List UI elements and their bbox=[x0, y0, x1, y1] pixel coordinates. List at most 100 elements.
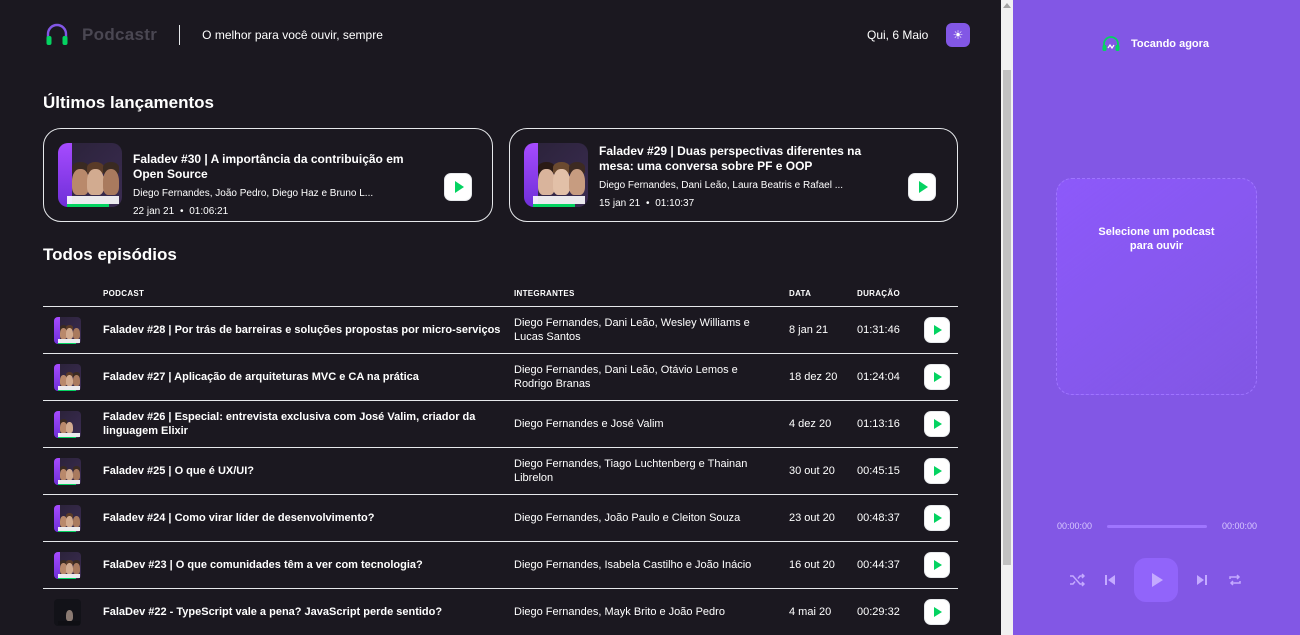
column-header-date: Data bbox=[789, 289, 812, 298]
meta-separator: • bbox=[645, 198, 650, 209]
play-episode-button[interactable] bbox=[924, 411, 950, 437]
app-header: Podcastr O melhor para você ouvir, sempr… bbox=[0, 0, 1001, 70]
table-row: Faladev #27 | Aplicação de arquiteturas … bbox=[43, 354, 958, 401]
previous-button[interactable] bbox=[1100, 570, 1120, 590]
play-episode-button[interactable] bbox=[924, 364, 950, 390]
episode-members: Diego Fernandes, João Paulo e Cleiton So… bbox=[514, 512, 741, 524]
play-episode-button[interactable] bbox=[924, 552, 950, 578]
logo-text: Podcastr bbox=[82, 25, 158, 44]
episode-meta: 15 jan 21 • 01:10:37 bbox=[599, 198, 897, 209]
episode-thumbnail[interactable] bbox=[54, 364, 81, 391]
play-episode-button[interactable] bbox=[924, 317, 950, 343]
table-header: Podcast Integrantes Data Duração bbox=[43, 280, 958, 307]
episode-title-link[interactable]: Faladev #30 | A importância da contribui… bbox=[133, 152, 432, 182]
episode-title-link[interactable]: Faladev #29 | Duas perspectivas diferent… bbox=[599, 144, 897, 174]
play-episode-button[interactable] bbox=[908, 173, 936, 201]
play-icon bbox=[934, 466, 942, 476]
all-episodes-section-title: Todos episódios bbox=[43, 245, 177, 264]
play-pause-button[interactable] bbox=[1134, 558, 1178, 602]
episode-thumbnail[interactable] bbox=[524, 143, 588, 207]
play-icon bbox=[934, 607, 942, 617]
current-date: Qui, 6 Maio bbox=[867, 28, 929, 42]
main-scrollbar[interactable] bbox=[1001, 0, 1013, 635]
column-header-duration: Duração bbox=[857, 289, 900, 298]
episode-thumbnail[interactable] bbox=[54, 599, 81, 626]
main-content: Podcastr O melhor para você ouvir, sempr… bbox=[0, 0, 1001, 635]
episode-date: 15 jan 21 bbox=[599, 198, 641, 209]
episode-duration: 00:44:37 bbox=[857, 559, 900, 571]
episodes-table: Podcast Integrantes Data Duração Faladev… bbox=[43, 280, 958, 635]
table-row: FalaDev #23 | O que comunidades têm a ve… bbox=[43, 542, 958, 589]
episode-date: 22 jan 21 bbox=[133, 206, 175, 217]
column-header-members: Integrantes bbox=[514, 289, 575, 298]
sun-icon: ☀ bbox=[952, 28, 964, 42]
episode-members: Diego Fernandes, Tiago Luchtenberg e Tha… bbox=[514, 458, 748, 484]
episode-thumbnail[interactable] bbox=[54, 458, 81, 485]
episode-duration: 01:10:37 bbox=[655, 198, 695, 209]
play-icon bbox=[1152, 573, 1163, 587]
episode-duration: 01:13:16 bbox=[857, 418, 900, 430]
episode-thumbnail[interactable] bbox=[54, 505, 81, 532]
player-panel: Tocando agora Selecione um podcast para … bbox=[1013, 0, 1300, 635]
episode-title-link[interactable]: Faladev #26 | Especial: entrevista exclu… bbox=[103, 401, 503, 447]
theme-toggle-button[interactable]: ☀ bbox=[946, 23, 970, 47]
table-row: Faladev #26 | Especial: entrevista exclu… bbox=[43, 401, 958, 448]
play-icon bbox=[934, 513, 942, 523]
episode-members: Diego Fernandes e José Valim bbox=[514, 418, 664, 430]
episode-members: Diego Fernandes, Dani Leão, Laura Beatri… bbox=[599, 180, 844, 191]
progress-area: 00:00:00 00:00:00 bbox=[1057, 519, 1257, 533]
episode-title-link[interactable]: FalaDev #23 | O que comunidades têm a ve… bbox=[103, 542, 503, 588]
episode-title-link[interactable]: Faladev #24 | Como virar líder de desenv… bbox=[103, 495, 503, 541]
headphones-icon bbox=[46, 23, 68, 45]
table-row: Faladev #28 | Por trás de barreiras e so… bbox=[43, 307, 958, 354]
play-icon bbox=[934, 325, 942, 335]
play-episode-button[interactable] bbox=[924, 458, 950, 484]
play-icon bbox=[934, 560, 942, 570]
play-episode-button[interactable] bbox=[924, 505, 950, 531]
empty-player-placeholder: Selecione um podcast para ouvir bbox=[1056, 178, 1257, 395]
episode-meta: 22 jan 21 • 01:06:21 bbox=[133, 206, 432, 217]
episode-date: 16 out 20 bbox=[789, 559, 835, 571]
table-row: Faladev #25 | O que é UX/UI? Diego Ferna… bbox=[43, 448, 958, 495]
latest-episode-card[interactable]: Faladev #29 | Duas perspectivas diferent… bbox=[509, 128, 958, 222]
episode-title-link[interactable]: Faladev #25 | O que é UX/UI? bbox=[103, 448, 503, 494]
episode-date: 4 mai 20 bbox=[789, 606, 832, 618]
repeat-button[interactable] bbox=[1225, 570, 1245, 590]
scroll-up-arrow-icon[interactable] bbox=[1003, 3, 1011, 8]
episode-members: Diego Fernandes, Isabela Castilho e João… bbox=[514, 559, 752, 571]
episode-date: 23 out 20 bbox=[789, 512, 835, 524]
card-info: Faladev #30 | A importância da contribui… bbox=[133, 152, 432, 217]
logo[interactable]: Podcastr bbox=[44, 22, 157, 48]
progress-slider[interactable] bbox=[1107, 524, 1207, 528]
episode-thumbnail[interactable] bbox=[58, 143, 122, 207]
tagline: O melhor para você ouvir, sempre bbox=[202, 28, 383, 42]
episode-duration: 00:48:37 bbox=[857, 512, 900, 524]
play-episode-button[interactable] bbox=[444, 173, 472, 201]
next-icon bbox=[1197, 575, 1207, 585]
episode-duration: 01:24:04 bbox=[857, 371, 900, 383]
episode-date: 30 out 20 bbox=[789, 465, 835, 477]
episode-thumbnail[interactable] bbox=[54, 552, 81, 579]
play-icon bbox=[934, 372, 942, 382]
episode-thumbnail[interactable] bbox=[54, 411, 81, 438]
next-button[interactable] bbox=[1192, 570, 1212, 590]
episode-title-link[interactable]: Faladev #28 | Por trás de barreiras e so… bbox=[103, 307, 503, 353]
episode-date: 8 jan 21 bbox=[789, 324, 829, 336]
play-icon bbox=[934, 419, 942, 429]
episode-duration: 01:06:21 bbox=[189, 206, 229, 217]
episode-title-link[interactable]: Faladev #27 | Aplicação de arquiteturas … bbox=[103, 354, 503, 400]
player-header: Tocando agora bbox=[1101, 36, 1209, 52]
player-controls bbox=[1013, 558, 1300, 602]
shuffle-button[interactable] bbox=[1067, 570, 1087, 590]
episode-duration: 01:31:46 bbox=[857, 324, 900, 336]
header-divider bbox=[179, 25, 181, 45]
now-playing-label: Tocando agora bbox=[1131, 38, 1210, 50]
latest-episode-card[interactable]: Faladev #30 | A importância da contribui… bbox=[43, 128, 493, 222]
play-episode-button[interactable] bbox=[924, 599, 950, 625]
empty-player-message: Selecione um podcast para ouvir bbox=[1098, 226, 1215, 252]
scrollbar-thumb[interactable] bbox=[1003, 70, 1011, 565]
episode-title-link[interactable]: FalaDev #22 - TypeScript vale a pena? Ja… bbox=[103, 589, 503, 635]
meta-separator: • bbox=[179, 206, 184, 217]
episode-thumbnail[interactable] bbox=[54, 317, 81, 344]
previous-icon bbox=[1105, 575, 1115, 585]
